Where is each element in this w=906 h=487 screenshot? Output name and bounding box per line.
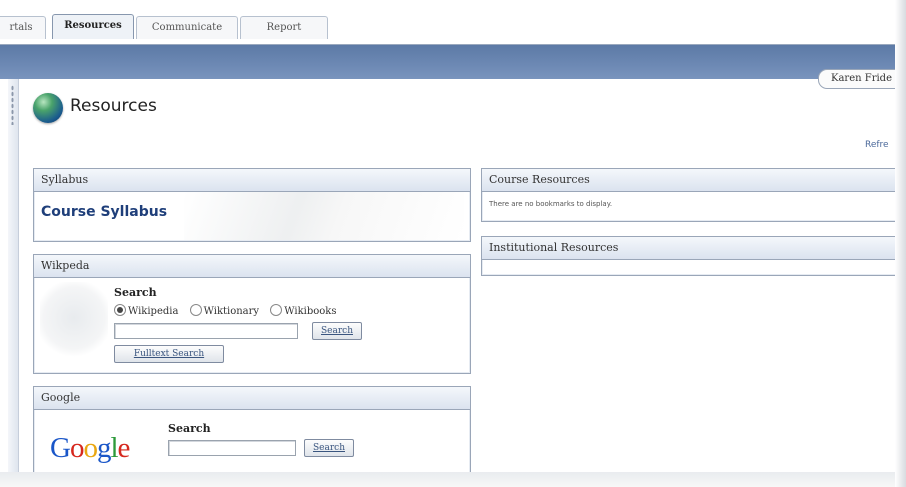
- decorative-banner: [184, 192, 464, 240]
- portlet-header: Syllabus: [34, 169, 470, 192]
- tab-resources[interactable]: Resources: [52, 14, 134, 39]
- resources-page: rtals Resources Communicate Report Karen…: [0, 0, 906, 487]
- tab-bar: rtals Resources Communicate Report: [0, 10, 906, 45]
- empty-bookmarks-message: There are no bookmarks to display.: [489, 200, 613, 208]
- torn-edge: [0, 472, 906, 487]
- grip-icon: [11, 85, 14, 125]
- portlet-header: Course Resources: [482, 169, 902, 192]
- sidebar-collapse-handle[interactable]: [8, 79, 19, 474]
- radio-icon[interactable]: [270, 304, 283, 316]
- fulltext-search-button[interactable]: Fulltext Search: [114, 345, 224, 363]
- portlet-header: Institutional Resources: [482, 237, 902, 260]
- search-label: Search: [168, 422, 211, 435]
- page-edge-shadow: [895, 0, 906, 487]
- page-title: Resources: [70, 96, 157, 116]
- globe-icon: [33, 93, 63, 123]
- radio-icon[interactable]: [189, 304, 202, 316]
- google-search-input[interactable]: [168, 440, 296, 456]
- radio-wiktionary[interactable]: Wiktionary: [189, 304, 259, 317]
- wikipedia-portlet: Wikpeda Search Wikipedia Wiktionary Wiki…: [33, 254, 471, 374]
- radio-wikibooks[interactable]: Wikibooks: [270, 304, 336, 317]
- radio-wikipedia[interactable]: Wikipedia: [114, 304, 178, 317]
- wikipedia-globe-icon: [40, 282, 108, 362]
- google-logo: Google: [50, 432, 130, 464]
- wikipedia-search-button[interactable]: Search: [312, 322, 362, 340]
- search-label: Search: [114, 286, 157, 299]
- header-banner: [0, 45, 906, 79]
- user-name-button[interactable]: Karen Fride: [818, 69, 906, 89]
- portlet-header: Wikpeda: [34, 255, 470, 278]
- tab-communicate[interactable]: Communicate: [136, 16, 238, 39]
- portlet-header: Google: [34, 387, 470, 410]
- course-syllabus-link[interactable]: Course Syllabus: [41, 204, 167, 220]
- refresh-link[interactable]: Refre: [865, 140, 889, 150]
- wikipedia-search-input[interactable]: [114, 323, 298, 339]
- tab-report[interactable]: Report: [240, 16, 328, 39]
- institutional-resources-portlet: Institutional Resources: [481, 236, 903, 276]
- course-resources-portlet: Course Resources There are no bookmarks …: [481, 168, 903, 222]
- google-search-button[interactable]: Search: [304, 439, 354, 457]
- syllabus-portlet: Syllabus Course Syllabus: [33, 168, 471, 242]
- tab-portals[interactable]: rtals: [0, 16, 46, 39]
- wiki-source-radio-group: Wikipedia Wiktionary Wikibooks: [114, 304, 344, 317]
- radio-selected-icon[interactable]: [114, 304, 126, 316]
- google-portlet: Google Google Search Search: [33, 386, 471, 483]
